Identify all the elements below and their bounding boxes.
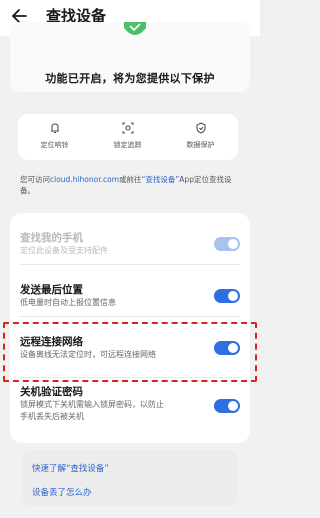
setting-send-last-location[interactable]: 发送最后位置 低电量时自动上报位置信息 bbox=[20, 283, 240, 309]
find-my-phone-toggle[interactable] bbox=[214, 237, 240, 251]
lost-device-link[interactable]: 设备丢了怎么办 bbox=[32, 486, 92, 498]
find-device-page: 查找设备 功能已开启，将为您提供以下保护 定位响铃 锁定追踪 数据保护 您可访问… bbox=[0, 0, 260, 518]
setting-find-my-phone[interactable]: 查找我的手机 定位此设备及受支持配件 bbox=[20, 231, 240, 257]
find-device-app-link[interactable]: “查找设备” bbox=[142, 175, 180, 184]
ring-bell-icon bbox=[50, 123, 59, 133]
setting-shutdown-password[interactable]: 关机验证密码 锁屏模式下关机需输入锁屏密码，以防止 手机丢失后被关机 bbox=[20, 385, 240, 423]
protection-features: 定位响铃 锁定追踪 数据保护 bbox=[18, 114, 238, 160]
learn-find-device-link[interactable]: 快速了解“查找设备” bbox=[32, 462, 109, 474]
divider bbox=[20, 316, 240, 317]
status-card: 功能已开启，将为您提供以下保护 bbox=[10, 22, 250, 92]
help-links: 快速了解“查找设备” 设备丢了怎么办 bbox=[22, 450, 238, 506]
send-last-location-toggle[interactable] bbox=[214, 289, 240, 303]
feature-data-protection: 数据保护 bbox=[164, 122, 237, 150]
status-text: 功能已开启，将为您提供以下保护 bbox=[45, 72, 215, 85]
feature-lock-track: 锁定追踪 bbox=[91, 122, 164, 150]
target-lock-icon bbox=[122, 122, 133, 134]
feature-locate-ring: 定位响铃 bbox=[18, 122, 91, 150]
cloud-link[interactable]: cloud.hihonor.com bbox=[50, 175, 119, 184]
divider bbox=[20, 264, 240, 265]
shield-icon bbox=[196, 122, 205, 134]
check-icon bbox=[124, 22, 146, 35]
highlight-box bbox=[3, 322, 257, 382]
shutdown-password-toggle[interactable] bbox=[214, 399, 240, 413]
access-note: 您可访问cloud.hihonor.com或前往“查找设备”App定位查找设备。 bbox=[20, 175, 232, 195]
